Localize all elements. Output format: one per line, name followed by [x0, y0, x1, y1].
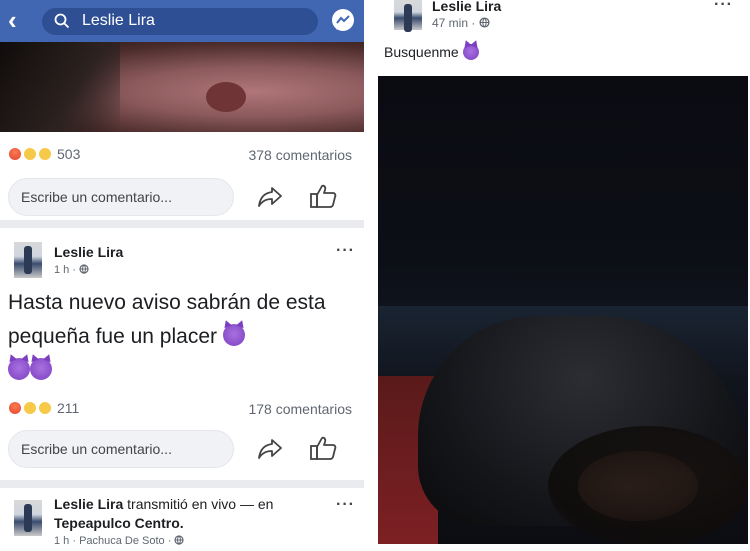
comments-count-link[interactable]: 378 comentarios [248, 147, 352, 163]
comment-input[interactable]: Escribe un comentario... [8, 430, 234, 468]
wow-reaction-icon [38, 147, 52, 161]
comment-placeholder: Escribe un comentario... [21, 441, 172, 457]
reactions-count: 211 [57, 400, 80, 416]
reactions-summary[interactable]: 211 [8, 400, 79, 416]
post-text-body: Hasta nuevo aviso sabrán de esta pequeña… [8, 291, 326, 348]
more-dots-icon[interactable]: ··· [336, 242, 355, 260]
share-icon[interactable] [256, 436, 284, 462]
globe-icon [174, 535, 185, 545]
wow-reaction-icon [38, 401, 52, 415]
photo-lips [206, 82, 246, 112]
comments-count-link[interactable]: 178 comentarios [248, 401, 352, 417]
right-panel: Leslie Lira 47 min · ··· Busquenme [364, 0, 750, 551]
post-time[interactable]: 1 h · [54, 264, 79, 276]
sad-reaction-icon [23, 147, 37, 161]
smiling-devil-emoji-icon [30, 358, 52, 380]
post-2: Leslie Lira 1 h · ··· Hasta nuevo aviso … [0, 228, 364, 480]
post-time[interactable]: 47 min · [432, 16, 479, 30]
search-icon [54, 13, 70, 29]
avatar[interactable] [14, 242, 42, 278]
more-dots-icon[interactable]: ··· [336, 496, 355, 514]
post-author[interactable]: Leslie Lira [54, 244, 123, 260]
post-text-body: Busquenme [384, 44, 459, 60]
post-author[interactable]: Leslie Lira [54, 496, 123, 512]
search-input[interactable]: Leslie Lira [42, 8, 318, 35]
post-3: Leslie Lira transmitió en vivo — en Tepe… [0, 488, 364, 551]
angry-reaction-icon [8, 401, 22, 415]
photo-hair [0, 42, 120, 132]
comment-row: Escribe un comentario... [0, 426, 364, 474]
post-meta: 47 min · [432, 16, 490, 30]
avatar[interactable] [394, 0, 422, 32]
smiling-devil-emoji-icon [8, 358, 30, 380]
post-place[interactable]: Tepeapulco Centro. [54, 515, 184, 531]
avatar[interactable] [14, 500, 42, 536]
post-meta: 1 h · [54, 264, 89, 276]
smiling-devil-emoji-icon [222, 324, 245, 346]
angry-reaction-icon [8, 147, 22, 161]
post-meta-text: 1 h · Pachuca De Soto · [54, 535, 175, 547]
like-icon[interactable] [308, 182, 338, 210]
photo-hair [548, 426, 748, 544]
comment-placeholder: Escribe un comentario... [21, 189, 172, 205]
more-dots-icon[interactable]: ··· [714, 0, 733, 14]
post-text: Hasta nuevo aviso sabrán de esta pequeña… [8, 286, 358, 388]
post-meta: 1 h · Pachuca De Soto · [54, 535, 185, 547]
comment-input[interactable]: Escribe un comentario... [8, 178, 234, 216]
post-photo[interactable] [0, 42, 364, 132]
like-icon[interactable] [308, 434, 338, 462]
comment-row: Escribe un comentario... [0, 174, 364, 222]
smiling-devil-emoji-icon [462, 44, 479, 60]
globe-icon [79, 264, 89, 274]
globe-icon [479, 17, 490, 28]
search-query: Leslie Lira [82, 12, 155, 29]
messenger-icon[interactable] [330, 8, 356, 34]
top-bar: ‹ Leslie Lira [0, 0, 364, 42]
post-header: Leslie Lira transmitió en vivo — en [54, 496, 273, 512]
post-text: Busquenme [384, 44, 479, 60]
post-photo[interactable] [378, 76, 748, 544]
back-chevron-icon[interactable]: ‹ [8, 7, 30, 34]
post-1-footer: 503 378 comentarios Escribe un comentari… [0, 132, 364, 220]
reactions-count: 503 [57, 146, 81, 162]
post-action: transmitió en vivo — en [123, 496, 274, 512]
left-panel: ‹ Leslie Lira 503 378 comentarios Escrib… [0, 0, 364, 551]
post-author[interactable]: Leslie Lira [432, 0, 501, 14]
share-icon[interactable] [256, 184, 284, 210]
sad-reaction-icon [23, 401, 37, 415]
reactions-summary[interactable]: 503 [8, 146, 80, 162]
